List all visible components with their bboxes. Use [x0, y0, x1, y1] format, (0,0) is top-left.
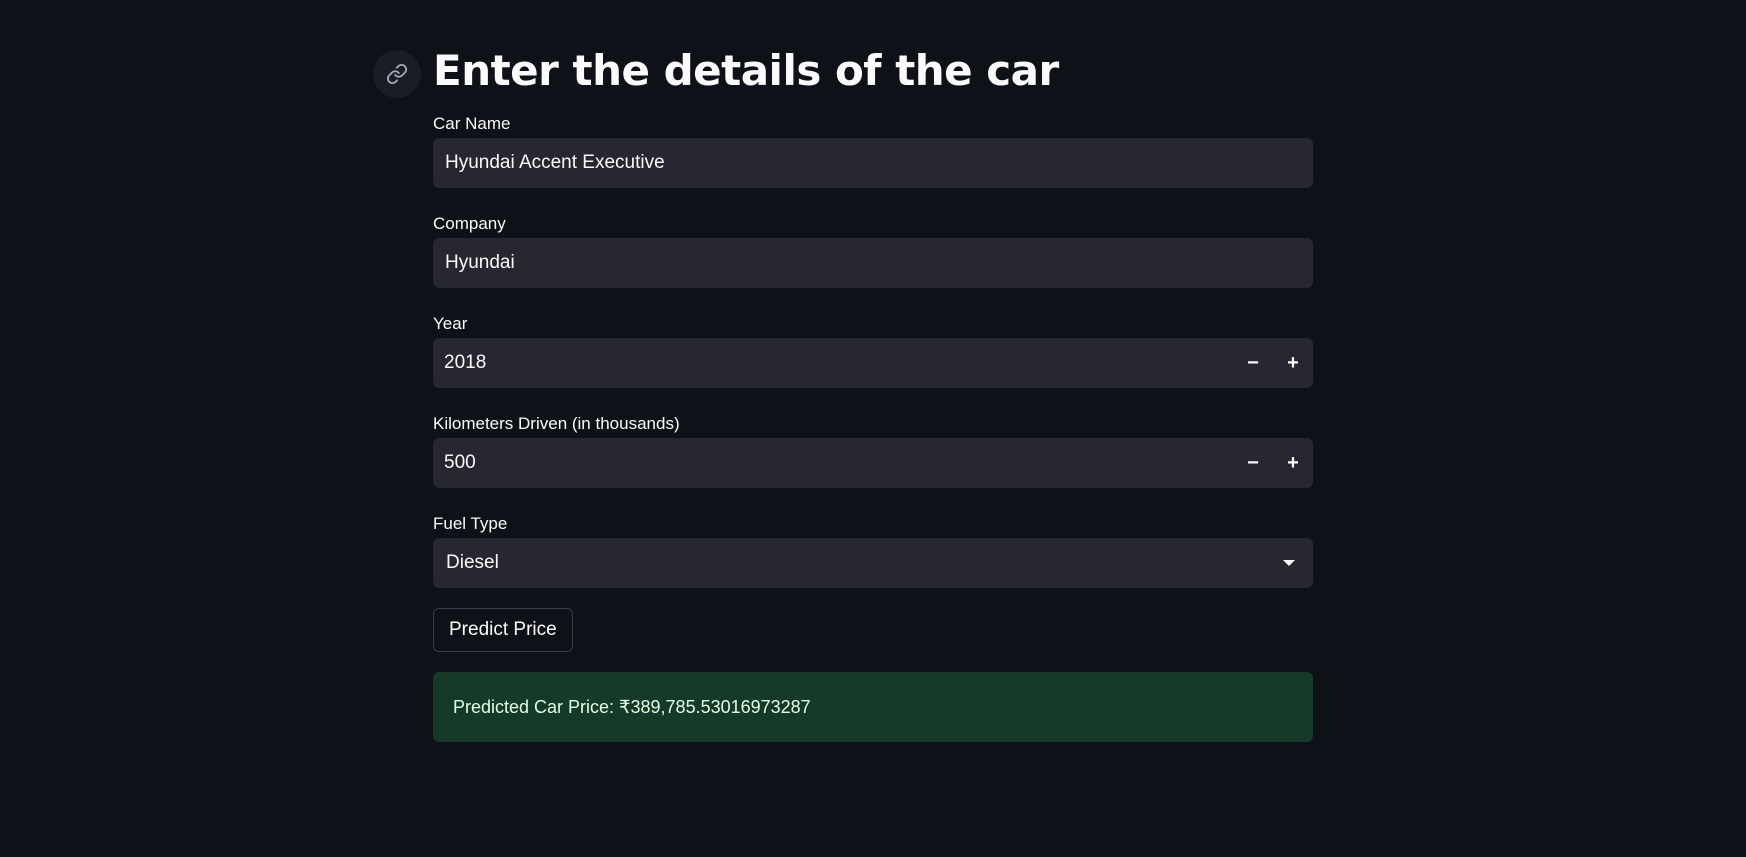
year-decrement-button[interactable]: − — [1233, 338, 1273, 388]
car-name-field: Car Name — [433, 108, 1313, 188]
company-input[interactable] — [433, 238, 1313, 288]
result-alert: Predicted Car Price: ₹389,785.5301697328… — [433, 672, 1313, 742]
car-name-label: Car Name — [433, 114, 511, 133]
fuel-selected-value: Diesel — [446, 552, 499, 573]
page-title: Enter the details of the car — [433, 46, 1059, 95]
fuel-label: Fuel Type — [433, 514, 508, 533]
kms-input[interactable] — [433, 438, 1233, 488]
year-input[interactable] — [433, 338, 1233, 388]
result-text: Predicted Car Price: ₹389,785.5301697328… — [453, 696, 811, 717]
title-row: Enter the details of the car — [373, 40, 1313, 108]
kms-increment-button[interactable]: + — [1273, 438, 1313, 488]
predict-price-button[interactable]: Predict Price — [433, 608, 573, 652]
company-label: Company — [433, 214, 506, 233]
kms-label: Kilometers Driven (in thousands) — [433, 414, 680, 433]
company-field: Company — [433, 208, 1313, 288]
fuel-field: Fuel Type Diesel — [433, 508, 1313, 588]
car-name-input[interactable] — [433, 138, 1313, 188]
link-icon[interactable] — [373, 50, 421, 98]
year-field: Year − + — [433, 308, 1313, 388]
kms-decrement-button[interactable]: − — [1233, 438, 1273, 488]
kms-stepper: − + — [433, 438, 1313, 488]
kms-field: Kilometers Driven (in thousands) − + — [433, 408, 1313, 488]
main-content: Enter the details of the car Car Name Co… — [373, 0, 1313, 742]
year-stepper: − + — [433, 338, 1313, 388]
year-increment-button[interactable]: + — [1273, 338, 1313, 388]
year-label: Year — [433, 314, 468, 333]
fuel-select[interactable]: Diesel — [433, 538, 1313, 588]
chevron-down-icon — [1283, 560, 1295, 566]
